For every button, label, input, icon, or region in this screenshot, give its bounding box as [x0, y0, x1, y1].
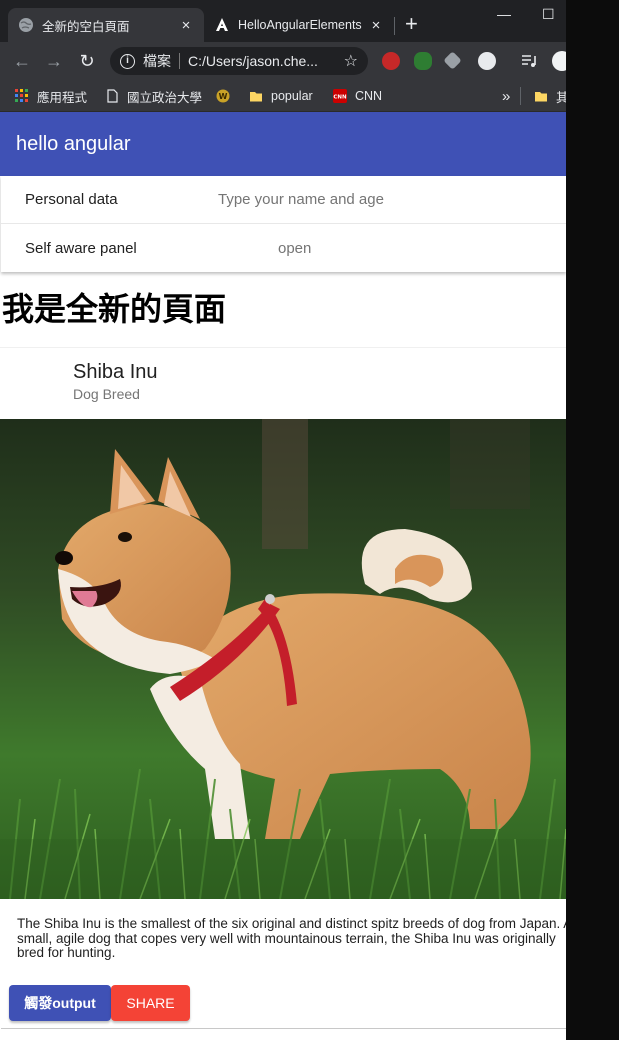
apps-grid-icon: [15, 89, 28, 102]
bookmarks-bar: 應用程式 國立政治大學 W popular CNN CNN » 其: [0, 80, 566, 112]
bookmark-label: 國立政治大學: [127, 90, 203, 105]
browser-toolbar: ← → ↻ i 檔案 C:/Users/jason.che... ☆: [0, 42, 566, 80]
new-tab-button[interactable]: +: [405, 13, 418, 35]
web-page: hello angular Personal data Type your na…: [0, 112, 566, 1040]
circle-extension-icon[interactable]: [478, 52, 496, 70]
cnn-icon: CNN: [333, 89, 347, 103]
info-icon[interactable]: i: [120, 53, 135, 69]
file-scheme-label: 檔案: [143, 53, 171, 69]
back-button[interactable]: ←: [11, 50, 33, 72]
tab-strip: 全新的空白頁面 × HelloAngularElements × + — ☐: [0, 0, 566, 42]
page-icon: [107, 89, 118, 103]
card-content: The Shiba Inu is the smallest of the six…: [17, 916, 566, 961]
stack-icon[interactable]: [443, 51, 462, 70]
panel-title: Personal data: [25, 191, 118, 208]
expansion-accordion: Personal data Type your name and age Sel…: [1, 176, 566, 272]
omnibox-divider: [179, 53, 180, 69]
panel-personal-data[interactable]: Personal data Type your name and age: [1, 176, 566, 224]
profile-avatar[interactable]: [552, 51, 566, 71]
maximize-button[interactable]: ☐: [542, 6, 555, 23]
playlist-glyph-icon: [522, 55, 536, 67]
tab-title: 全新的空白頁面: [42, 19, 130, 34]
angular-logo-icon: [216, 18, 228, 31]
bookmarks-overflow-button[interactable]: »: [502, 86, 510, 106]
tab-inactive[interactable]: HelloAngularElements ×: [204, 8, 394, 42]
card-title: Shiba Inu: [73, 361, 158, 383]
svg-text:CNN: CNN: [333, 95, 347, 101]
playlist-icon[interactable]: [520, 52, 538, 70]
address-bar[interactable]: i 檔案 C:/Users/jason.che... ☆: [110, 47, 368, 75]
bookmark-other[interactable]: 其: [534, 86, 566, 106]
bookmark-apps[interactable]: 應用程式: [15, 86, 87, 106]
panel-title: Self aware panel: [25, 239, 137, 257]
page-heading: 我是全新的頁面: [2, 291, 227, 327]
share-button[interactable]: SHARE: [111, 985, 190, 1021]
url-text[interactable]: C:/Users/jason.che...: [188, 53, 338, 69]
warcraft-icon: W: [216, 89, 230, 103]
dog-illustration: [0, 419, 566, 899]
svg-text:W: W: [219, 92, 228, 101]
forward-button[interactable]: →: [43, 50, 65, 72]
tab-title: HelloAngularElements: [238, 18, 362, 32]
trigger-output-button[interactable]: 觸發output: [9, 985, 111, 1021]
bookmark-label: CNN: [355, 89, 383, 103]
shiba-inu-photo: [0, 419, 566, 899]
folder-icon: [250, 92, 262, 102]
bookmark-cnn[interactable]: CNN CNN: [333, 86, 382, 106]
evernote-icon[interactable]: [414, 52, 432, 70]
card-subtitle: Dog Breed: [73, 386, 140, 402]
card-top-divider: [0, 347, 566, 348]
globe-icon: [19, 18, 33, 32]
minimize-button[interactable]: —: [497, 6, 511, 22]
bookmark-star-icon[interactable]: ☆: [344, 51, 358, 71]
tab-close-icon[interactable]: ×: [368, 17, 384, 34]
folder-icon: [535, 92, 547, 102]
reload-button[interactable]: ↻: [76, 50, 98, 72]
desktop-background: [566, 0, 619, 1040]
panel-self-aware[interactable]: Self aware panel open: [1, 224, 566, 272]
panel-description: open: [278, 239, 312, 257]
bookmark-label: 應用程式: [37, 90, 88, 105]
bookmarks-separator: [520, 87, 521, 105]
bookmark-nccu[interactable]: 國立政治大學: [105, 86, 202, 106]
card-bottom-border: [1, 1028, 566, 1029]
tab-active[interactable]: 全新的空白頁面 ×: [8, 8, 204, 42]
browser-window: 全新的空白頁面 × HelloAngularElements × + — ☐ ←…: [0, 0, 566, 1040]
bookmark-popular[interactable]: popular: [249, 86, 313, 106]
abp-icon[interactable]: [382, 52, 400, 70]
app-toolbar: hello angular: [0, 112, 566, 176]
bookmark-label: popular: [271, 89, 313, 103]
tab-close-icon[interactable]: ×: [178, 17, 194, 34]
app-title: hello angular: [16, 132, 131, 155]
tab-separator: [394, 17, 395, 35]
bookmark-label: 其: [556, 90, 566, 105]
panel-description: Type your name and age: [218, 191, 384, 208]
bookmark-warcraft[interactable]: W: [216, 86, 238, 106]
